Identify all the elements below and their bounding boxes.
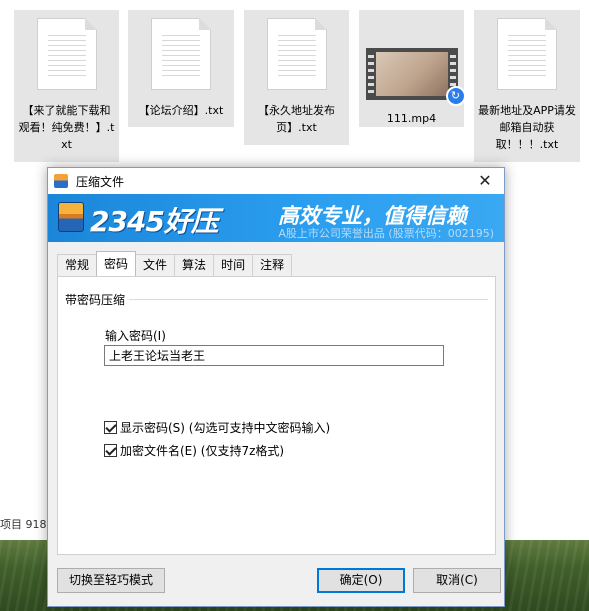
password-label: 输入密码(I): [105, 329, 166, 343]
text-file-icon: [266, 18, 327, 90]
desktop-file[interactable]: 最新地址及APP请发邮箱自动获取！！！.txt: [474, 10, 580, 162]
lite-mode-button[interactable]: 切换至轻巧模式: [57, 568, 165, 593]
dialog-titlebar[interactable]: 压缩文件 ✕: [48, 168, 504, 194]
desktop-file[interactable]: ↻ 111.mp4: [359, 10, 466, 127]
groupbox-title: 带密码压缩: [65, 291, 130, 308]
encrypt-filenames-label: 加密文件名(E) (仅支持7z格式): [120, 444, 285, 458]
tab-bar: 常规 密码 文件 算法 时间 注释: [57, 251, 293, 276]
video-thumbnail-icon: ↻: [365, 48, 466, 106]
tab-password[interactable]: 密码: [96, 251, 137, 276]
banner-subtitle: A股上市公司荣誉出品 (股票代码：002195): [278, 227, 494, 240]
file-label: 【来了就能下载和观看！纯免费！】.txt: [18, 104, 115, 151]
ok-button[interactable]: 确定(O): [317, 568, 405, 593]
tab-files[interactable]: 文件: [135, 254, 176, 276]
file-label: 最新地址及APP请发邮箱自动获取！！！.txt: [478, 104, 576, 151]
show-password-checkbox[interactable]: [104, 421, 117, 434]
text-file-icon: [497, 18, 557, 90]
tab-algorithm[interactable]: 算法: [174, 254, 215, 276]
file-label: 【永久地址发布页】.txt: [258, 104, 335, 134]
desktop-file[interactable]: 【论坛介绍】.txt: [128, 10, 234, 127]
archive-logo-icon: [58, 202, 84, 232]
show-password-option[interactable]: 显示密码(S) (勾选可支持中文密码输入): [104, 419, 330, 436]
encrypt-filenames-checkbox[interactable]: [104, 444, 117, 457]
file-label: 111.mp4: [386, 112, 437, 125]
tab-time[interactable]: 时间: [213, 254, 254, 276]
app-icon: [54, 174, 68, 188]
show-password-label: 显示密码(S) (勾选可支持中文密码输入): [120, 421, 331, 435]
close-icon[interactable]: ✕: [474, 171, 496, 191]
desktop-file[interactable]: 【永久地址发布页】.txt: [244, 10, 349, 145]
desktop-file[interactable]: 【来了就能下载和观看！纯免费！】.txt: [14, 10, 119, 162]
dialog-title: 压缩文件: [76, 174, 125, 189]
tab-comment[interactable]: 注释: [252, 254, 293, 276]
cancel-button[interactable]: 取消(C): [413, 568, 501, 593]
password-input[interactable]: [104, 345, 444, 366]
encrypt-filenames-option[interactable]: 加密文件名(E) (仅支持7z格式): [104, 442, 284, 459]
banner-brand: 2345好压: [90, 205, 219, 238]
sync-icon: ↻: [445, 86, 466, 106]
text-file-icon: [151, 18, 211, 90]
tab-general[interactable]: 常规: [57, 254, 98, 276]
text-file-icon: [36, 18, 97, 90]
file-label: 【论坛介绍】.txt: [138, 104, 224, 117]
brand-banner: 2345好压 高效专业，值得信赖 A股上市公司荣誉出品 (股票代码：002195…: [48, 194, 504, 242]
compress-dialog: 压缩文件 ✕ 2345好压 高效专业，值得信赖 A股上市公司荣誉出品 (股票代码…: [47, 167, 505, 607]
explorer-status-text: 项目 918: [0, 518, 47, 531]
